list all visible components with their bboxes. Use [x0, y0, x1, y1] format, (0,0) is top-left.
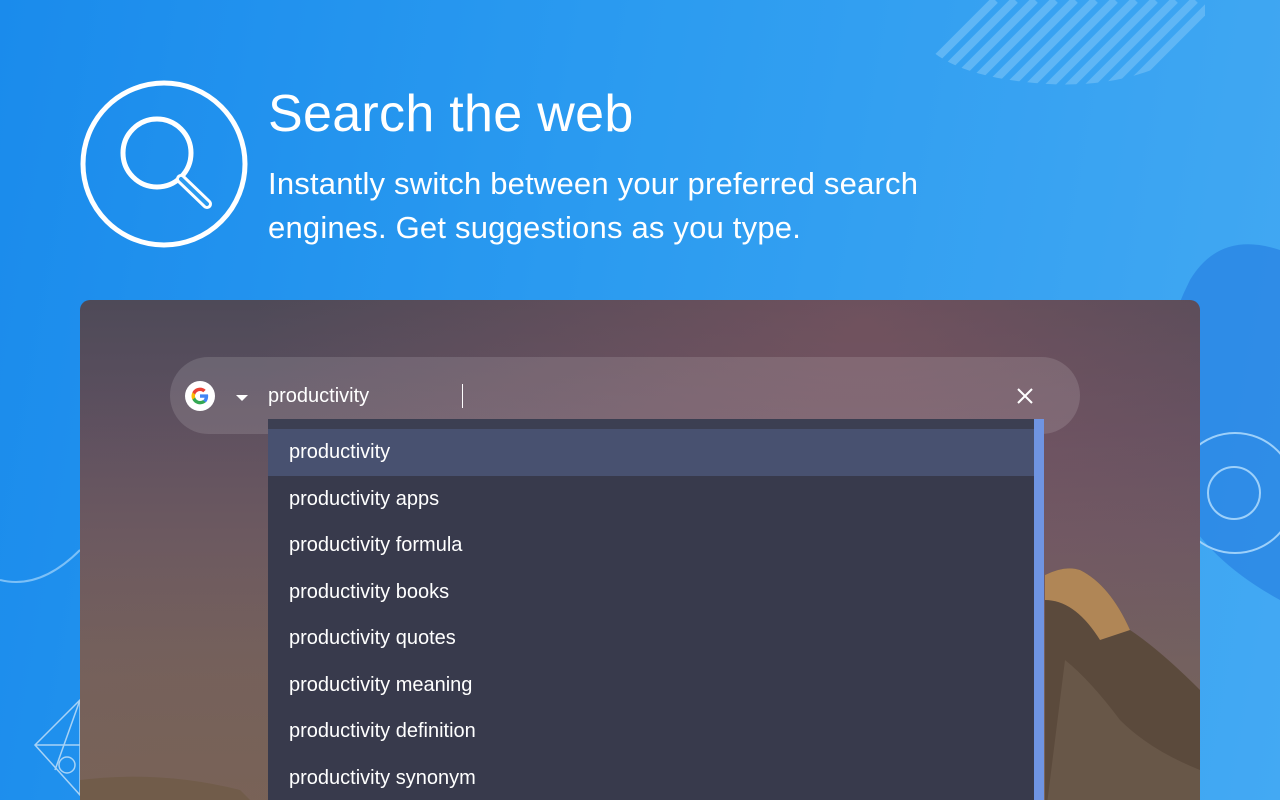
search-input[interactable]	[268, 381, 968, 411]
caret-down-icon[interactable]	[236, 395, 248, 401]
app-window: productivity productivity apps productiv…	[80, 300, 1200, 800]
page-subtitle: Instantly switch between your preferred …	[268, 166, 919, 245]
search-icon	[80, 80, 248, 248]
suggestion-item[interactable]: productivity definition	[268, 708, 1034, 755]
close-icon[interactable]	[1014, 385, 1036, 407]
scrollbar[interactable]	[1034, 419, 1044, 800]
suggestion-item[interactable]: productivity formula	[268, 522, 1034, 569]
suggestion-item[interactable]: productivity books	[268, 569, 1034, 616]
suggestion-item[interactable]: productivity synonym	[268, 755, 1034, 800]
text-cursor	[462, 384, 463, 408]
suggestion-item[interactable]: productivity apps	[268, 476, 1034, 523]
decorative-curve	[0, 549, 81, 583]
suggestion-item[interactable]: productivity	[268, 429, 1034, 476]
suggestions-dropdown: productivity productivity apps productiv…	[268, 419, 1044, 800]
google-g-icon[interactable]	[185, 381, 215, 411]
suggestion-item[interactable]: productivity meaning	[268, 662, 1034, 709]
decorative-stripes	[915, 0, 1205, 85]
suggestion-item[interactable]: productivity quotes	[268, 615, 1034, 662]
page-title: Search the web	[268, 85, 634, 143]
